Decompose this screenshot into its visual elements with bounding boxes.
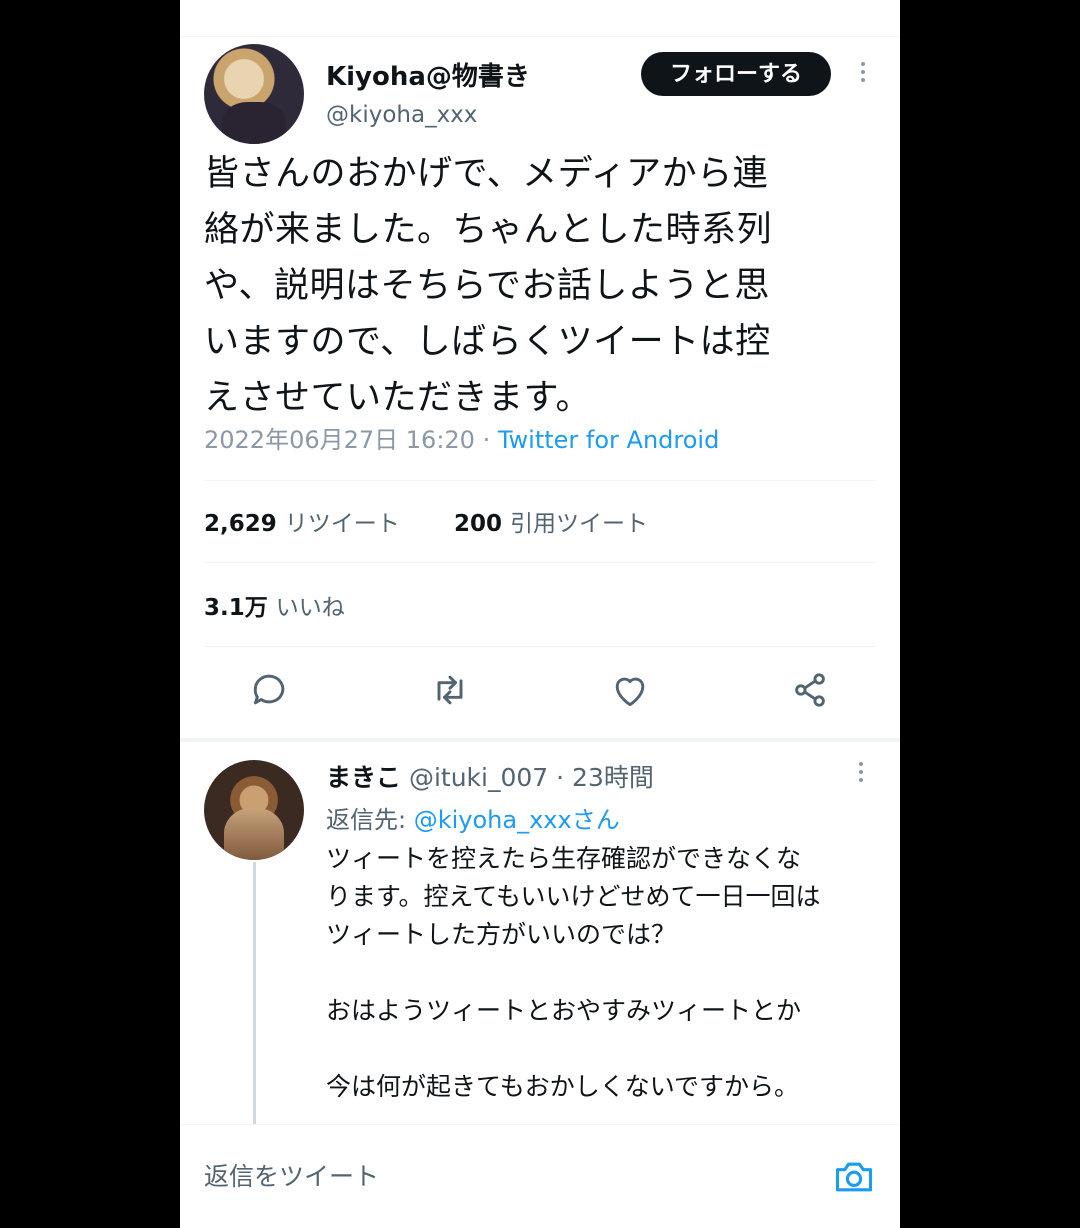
meta-separator: · bbox=[474, 426, 498, 454]
like-label: いいね bbox=[275, 595, 345, 621]
quote-count: 200 bbox=[454, 511, 503, 537]
more-options-icon[interactable] bbox=[860, 62, 866, 86]
reply-author-handle[interactable]: @ituki_007 bbox=[409, 763, 548, 792]
reply-text-line: ります。控えてもいいけどせめて一日一回は bbox=[326, 882, 821, 911]
comment-icon[interactable] bbox=[248, 668, 292, 712]
reply-author-avatar[interactable] bbox=[204, 760, 304, 860]
thread-line bbox=[253, 862, 256, 1124]
tweet-text: 皆さんのおかげで、メディアから連 絡が来ました。ちゃんとした時系列 や、説明はそ… bbox=[204, 146, 864, 426]
reply-separator: · bbox=[548, 763, 573, 792]
author-name[interactable]: Kiyoha@物書き bbox=[326, 56, 530, 93]
reply-text-line: 今は何が起きてもおかしくないですから。 bbox=[326, 1072, 800, 1101]
replying-to: 返信先: @kiyoha_xxxさん bbox=[326, 800, 620, 835]
author-avatar[interactable] bbox=[204, 44, 304, 144]
divider bbox=[204, 562, 876, 563]
reply-text-line: おはようツィートとおやすみツィートとか bbox=[326, 996, 802, 1025]
retweet-label: リツイート bbox=[284, 511, 400, 537]
divider bbox=[204, 646, 876, 647]
author-handle[interactable]: @kiyoha_xxx bbox=[326, 102, 477, 128]
retweet-stat[interactable]: 2,629 リツイート bbox=[204, 504, 400, 538]
reply-time[interactable]: 23時間 bbox=[572, 763, 654, 792]
reply-text-line: ツィートした方がいいのでは？ bbox=[326, 920, 677, 949]
camera-icon[interactable] bbox=[832, 1155, 876, 1199]
reply-compose-bar bbox=[180, 1124, 900, 1228]
quote-label: 引用ツイート bbox=[510, 511, 649, 537]
previous-item-edge bbox=[180, 0, 900, 37]
reply-input[interactable] bbox=[202, 1155, 806, 1197]
like-count: 3.1万 bbox=[204, 595, 268, 621]
reply-author-name[interactable]: まきこ bbox=[326, 763, 401, 792]
reply-header: まきこ @ituki_007 · 23時間 bbox=[326, 758, 654, 794]
retweet-icon[interactable] bbox=[428, 668, 472, 712]
tweet-text-line: えさせていただきます。 bbox=[204, 378, 592, 418]
tweet-timestamp[interactable]: 2022年06月27日 16:20 bbox=[204, 426, 475, 454]
reply-more-options-icon[interactable] bbox=[858, 762, 864, 786]
share-icon[interactable] bbox=[788, 668, 832, 712]
like-stat[interactable]: 3.1万 いいね bbox=[204, 588, 345, 622]
quote-stat[interactable]: 200 引用ツイート bbox=[454, 504, 648, 538]
heart-icon[interactable] bbox=[608, 668, 652, 712]
tweet-source-link[interactable]: Twitter for Android bbox=[498, 426, 719, 454]
tweet-text-line: いますので、しばらくツイートは控 bbox=[204, 322, 771, 362]
retweet-count: 2,629 bbox=[204, 511, 277, 537]
replying-to-link[interactable]: @kiyoha_xxxさん bbox=[414, 806, 620, 834]
section-separator bbox=[180, 738, 900, 742]
tweet-detail-screen: Kiyoha@物書き @kiyoha_xxx フォローする 皆さんのおかげで、メ… bbox=[180, 0, 900, 1228]
reply-text-line bbox=[326, 1030, 886, 1068]
tweet-meta: 2022年06月27日 16:20 · Twitter for Android bbox=[204, 420, 719, 455]
reply-text-line bbox=[326, 954, 886, 992]
reply-text-line: ツィートを控えたら生存確認ができなくな bbox=[326, 844, 802, 873]
tweet-text-line: 皆さんのおかげで、メディアから連 bbox=[204, 154, 769, 194]
reply-text: ツィートを控えたら生存確認ができなくな ります。控えてもいいけどせめて一日一回は… bbox=[326, 840, 886, 1106]
divider bbox=[204, 480, 876, 481]
follow-button[interactable]: フォローする bbox=[641, 52, 831, 96]
tweet-text-line: や、説明はそちらでお話しようと思 bbox=[204, 266, 770, 306]
replying-prefix: 返信先: bbox=[326, 806, 414, 834]
tweet-text-line: 絡が来ました。ちゃんとした時系列 bbox=[204, 210, 773, 250]
